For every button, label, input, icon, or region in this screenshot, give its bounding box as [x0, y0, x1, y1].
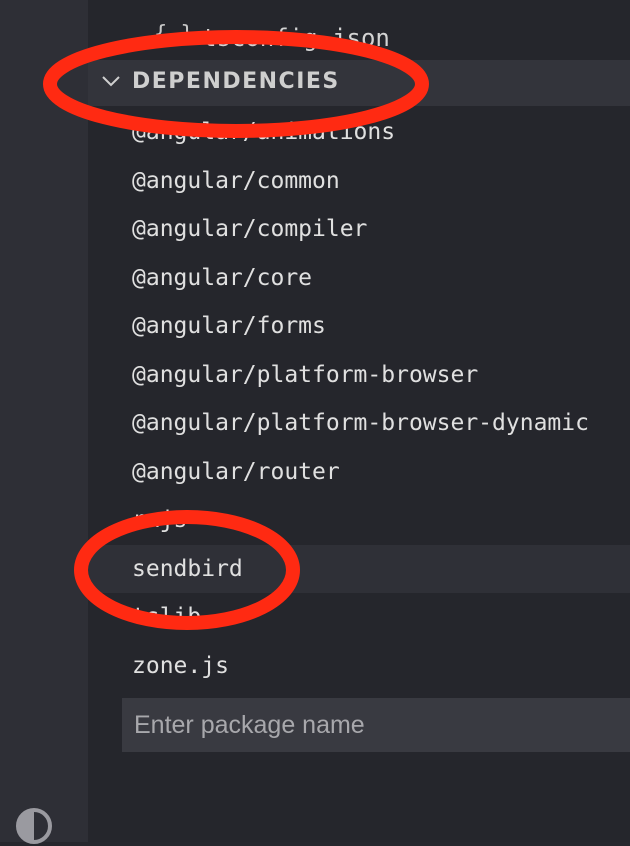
dependency-item-selected[interactable]: sendbird — [88, 544, 630, 593]
file-name: tsconfig.json — [202, 24, 390, 52]
theme-toggle-icon[interactable] — [14, 806, 54, 846]
dependency-item[interactable]: @angular/core — [88, 254, 630, 303]
dependency-item[interactable]: @angular/platform-browser-dynamic — [88, 399, 630, 448]
dependencies-section-header[interactable]: DEPENDENCIES — [88, 60, 630, 106]
dependency-list: @angular/animations @angular/common @ang… — [88, 108, 630, 690]
file-item-tsconfig[interactable]: { } tsconfig.json — [88, 0, 630, 58]
dependency-item[interactable]: @angular/animations — [88, 108, 630, 157]
dependency-item[interactable]: rxjs — [88, 496, 630, 545]
explorer-panel: { } tsconfig.json DEPENDENCIES @angular/… — [88, 0, 630, 842]
chevron-down-icon[interactable] — [100, 70, 122, 92]
braces-icon: { } — [154, 22, 194, 47]
dependency-item[interactable]: @angular/router — [88, 448, 630, 497]
dependency-item[interactable]: @angular/common — [88, 157, 630, 206]
dependency-item[interactable]: @angular/forms — [88, 302, 630, 351]
dependency-item[interactable]: tslib — [88, 593, 630, 642]
section-title: DEPENDENCIES — [132, 69, 340, 94]
dependency-item[interactable]: @angular/platform-browser — [88, 351, 630, 400]
package-name-input[interactable] — [122, 698, 630, 752]
dependency-item[interactable]: zone.js — [88, 642, 630, 691]
dependency-item[interactable]: @angular/compiler — [88, 205, 630, 254]
activity-bar — [0, 0, 88, 844]
